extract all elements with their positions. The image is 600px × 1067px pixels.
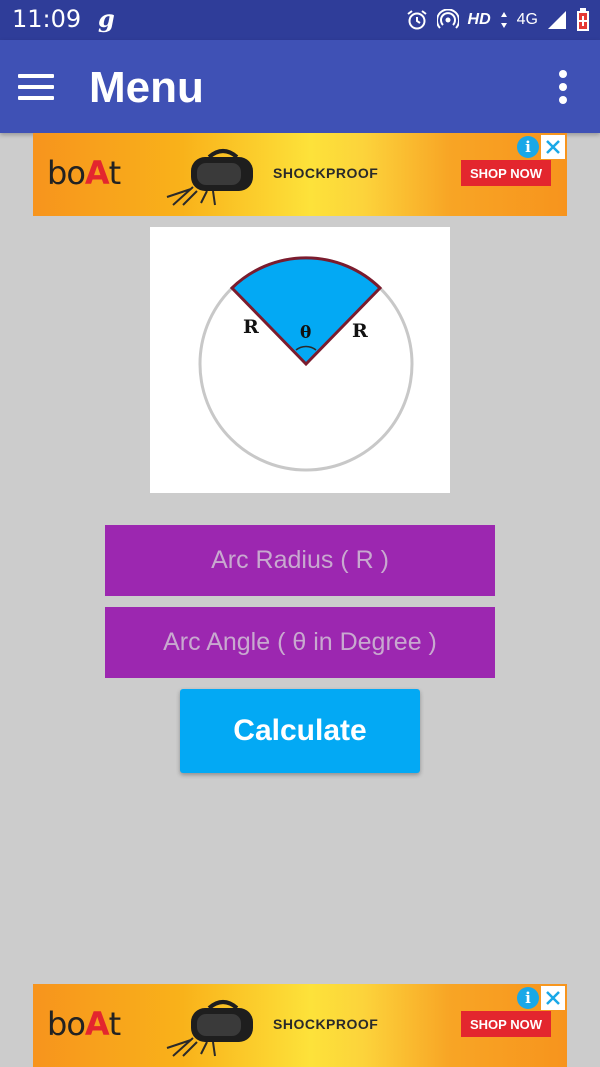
ad-headline: SHOCKPROOF xyxy=(273,1016,379,1032)
speaker-product-image xyxy=(166,149,253,206)
ad-banner-top[interactable]: boAt SHOCKPROOF SHOP NOW i xyxy=(33,133,567,216)
signal-icon xyxy=(548,11,566,29)
arc-radius-input[interactable]: Arc Radius ( R ) xyxy=(105,525,495,596)
speaker-product-image xyxy=(166,1000,253,1057)
status-bar: 11:09 g HD 4G xyxy=(0,0,600,40)
ad-headline: SHOCKPROOF xyxy=(273,165,379,181)
status-time: 11:09 xyxy=(12,5,82,33)
page-title: Menu xyxy=(89,63,204,112)
ad-shop-now-button[interactable]: SHOP NOW xyxy=(461,160,551,186)
data-arrows-icon xyxy=(500,12,507,28)
ad-brand-logo: boAt xyxy=(47,154,121,192)
sector-shape xyxy=(229,256,383,367)
network-hd-label: HD xyxy=(467,11,491,28)
ad-close-icon[interactable] xyxy=(541,135,565,159)
ad-info-icon[interactable]: i xyxy=(517,136,539,158)
hotspot-icon xyxy=(436,9,459,29)
battery-icon xyxy=(577,8,589,31)
network-type-label: 4G xyxy=(516,11,538,28)
app-notification-icon: g xyxy=(98,4,115,33)
radius-label-right: R xyxy=(352,320,368,342)
status-icons: HD 4G xyxy=(406,8,590,32)
alarm-icon xyxy=(406,10,427,30)
angle-label: θ xyxy=(300,323,311,343)
arc-sector-diagram: R R θ xyxy=(150,227,450,493)
radius-label-left: R xyxy=(243,316,259,338)
app-bar: Menu xyxy=(0,40,600,133)
menu-icon[interactable] xyxy=(18,74,56,100)
ad-banner-bottom[interactable]: boAt SHOCKPROOF SHOP NOW i xyxy=(33,984,567,1067)
ad-info-icon[interactable]: i xyxy=(517,987,539,1009)
ad-brand-logo: boAt xyxy=(47,1005,121,1043)
overflow-menu-icon[interactable] xyxy=(554,70,572,104)
arc-angle-input[interactable]: Arc Angle ( θ in Degree ) xyxy=(105,607,495,678)
calculate-button[interactable]: Calculate xyxy=(180,689,420,773)
ad-close-icon[interactable] xyxy=(541,986,565,1010)
ad-shop-now-button[interactable]: SHOP NOW xyxy=(461,1011,551,1037)
